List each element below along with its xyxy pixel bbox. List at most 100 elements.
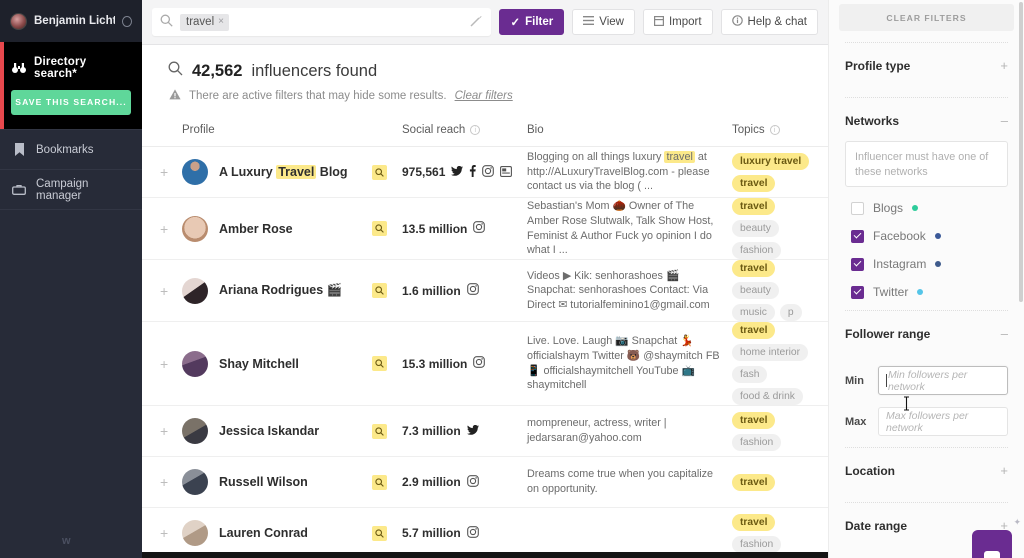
magic-wand-icon[interactable]	[469, 14, 483, 31]
topic-tag[interactable]: fash	[732, 366, 768, 383]
expand-row-icon[interactable]: +	[160, 356, 168, 372]
table-row[interactable]: + Lauren Conrad 5.7 million travel fashion	[142, 508, 828, 558]
info-icon[interactable]: i	[470, 124, 481, 135]
topic-tag[interactable]: travel	[732, 260, 776, 277]
inspect-profile-button[interactable]	[372, 423, 387, 439]
results-header: 42,562 influencers found There are activ…	[142, 45, 828, 113]
topic-tag[interactable]: travel	[732, 322, 776, 339]
inspect-profile-button[interactable]	[372, 525, 387, 541]
network-icon-instagram[interactable]	[482, 164, 495, 180]
topic-tag[interactable]: luxury travel	[732, 152, 810, 170]
gear-icon[interactable]	[122, 15, 132, 27]
network-checkbox-facebook[interactable]: Facebook	[845, 229, 1008, 243]
topic-tag[interactable]: travel	[732, 198, 776, 215]
user-account-row[interactable]: Benjamin Lichter	[0, 0, 142, 42]
expand-row-icon[interactable]: +	[160, 423, 168, 439]
topic-tag[interactable]: music	[732, 304, 775, 321]
topic-tag[interactable]: travel	[732, 174, 776, 192]
topic-tag[interactable]: p	[779, 304, 802, 321]
info-icon[interactable]: i	[769, 124, 780, 135]
network-icon-instagram[interactable]	[466, 283, 479, 298]
checkbox[interactable]	[851, 229, 864, 243]
topic-tag[interactable]: fashion	[732, 242, 782, 259]
filter-section-profile-type[interactable]: Profile type +	[845, 42, 1008, 86]
network-checkbox-twitter[interactable]: Twitter	[845, 285, 1008, 299]
network-icon-instagram[interactable]	[473, 221, 486, 236]
checkbox[interactable]	[851, 201, 864, 215]
network-label: Facebook	[873, 229, 926, 243]
filter-section-follower-range[interactable]: Follower range –	[845, 310, 1008, 354]
min-followers-input[interactable]: Min followers per network	[878, 366, 1008, 395]
profile-name[interactable]: A Luxury Travel Blog	[219, 165, 348, 179]
expand-row-icon[interactable]: +	[160, 525, 168, 541]
expand-row-icon[interactable]: +	[160, 474, 168, 490]
topic-tag[interactable]: travel	[732, 513, 776, 531]
close-icon[interactable]: ×	[218, 16, 224, 27]
view-button[interactable]: View	[572, 9, 635, 35]
table-row[interactable]: + Ariana Rodrigues 🎬 1.6 million Videos ▶ K…	[142, 260, 828, 322]
max-followers-input[interactable]: Max followers per network	[878, 407, 1008, 436]
network-icon-twitter[interactable]	[466, 424, 479, 439]
table-row[interactable]: + A Luxury Travel Blog 975,561 Blogging on …	[142, 147, 828, 198]
avatar	[182, 350, 208, 377]
topic-tag[interactable]: travel	[732, 473, 776, 491]
clear-filters-link[interactable]: Clear filters	[455, 90, 513, 102]
inspect-profile-button[interactable]	[372, 221, 387, 236]
sidebar-item-directory-search[interactable]: Directory search* SAVE THIS SEARCH...	[0, 42, 142, 129]
table-row[interactable]: + Russell Wilson 2.9 million Dreams come tr…	[142, 457, 828, 508]
network-checkbox-instagram[interactable]: Instagram	[845, 257, 1008, 271]
topic-tag[interactable]: fashion	[732, 535, 782, 553]
topic-tag[interactable]: fashion	[732, 433, 782, 451]
inspect-profile-button[interactable]	[372, 474, 387, 490]
collapse-toggle-icon[interactable]: –	[1001, 113, 1008, 128]
search-input[interactable]: travel ×	[152, 8, 492, 36]
table-row[interactable]: + Jessica Iskandar 7.3 million mompreneur, …	[142, 406, 828, 457]
network-icon-blog[interactable]	[500, 165, 513, 180]
topic-tag[interactable]: home interior	[732, 344, 809, 361]
inspect-profile-button[interactable]	[372, 164, 387, 180]
table-row[interactable]: + Amber Rose 13.5 million Sebastian's Mom 🌰…	[142, 198, 828, 260]
topic-tag[interactable]: food & drink	[732, 388, 803, 405]
social-reach-value: 5.7 million	[402, 526, 461, 540]
network-icon-instagram[interactable]	[466, 525, 479, 541]
networks-search-input[interactable]: Influencer must have one of these networ…	[845, 141, 1008, 187]
profile-name[interactable]: Russell Wilson	[219, 475, 308, 489]
help-and-chat-button[interactable]: Help & chat	[720, 9, 818, 35]
inspect-profile-button[interactable]	[372, 283, 387, 298]
network-icon-facebook[interactable]	[469, 164, 477, 180]
filter-section-networks[interactable]: Networks –	[845, 97, 1008, 141]
import-button[interactable]: Import	[642, 9, 713, 35]
expand-row-icon[interactable]: +	[160, 283, 168, 299]
topic-tag[interactable]: beauty	[732, 220, 779, 237]
checkbox[interactable]	[851, 285, 864, 299]
sidebar-item-bookmarks[interactable]: Bookmarks	[0, 129, 142, 169]
profile-name[interactable]: Amber Rose	[219, 222, 293, 236]
inspect-profile-button[interactable]	[372, 356, 387, 371]
expand-row-icon[interactable]: +	[160, 164, 168, 180]
expand-toggle-icon[interactable]: +	[1000, 58, 1008, 73]
topic-tag[interactable]: travel	[732, 411, 776, 429]
topic-tag[interactable]: beauty	[732, 282, 779, 299]
network-icon-twitter[interactable]	[451, 165, 464, 180]
sidebar-item-campaign-manager[interactable]: Campaign manager	[0, 169, 142, 209]
network-icon-instagram[interactable]	[473, 356, 486, 371]
main-content: travel × ✓ Filter View Import Help & cha…	[142, 0, 828, 558]
table-row[interactable]: + Shay Mitchell 15.3 million Live. Love. La…	[142, 322, 828, 406]
profile-name[interactable]: Lauren Conrad	[219, 526, 308, 540]
expand-row-icon[interactable]: +	[160, 221, 168, 237]
network-icon-instagram[interactable]	[466, 474, 479, 490]
clear-filters-button[interactable]: CLEAR FILTERS	[839, 4, 1014, 31]
chat-fab-button[interactable]	[972, 530, 1012, 558]
checkbox[interactable]	[851, 257, 864, 271]
profile-name[interactable]: Shay Mitchell	[219, 357, 299, 371]
save-this-search-button[interactable]: SAVE THIS SEARCH...	[11, 90, 131, 115]
filter-section-location[interactable]: Location +	[845, 447, 1008, 491]
profile-name[interactable]: Ariana Rodrigues 🎬	[219, 283, 342, 298]
filter-panel-scrollbar[interactable]	[1019, 2, 1023, 302]
filter-button[interactable]: ✓ Filter	[499, 9, 565, 35]
collapse-toggle-icon[interactable]: –	[1001, 326, 1008, 341]
profile-name[interactable]: Jessica Iskandar	[219, 424, 319, 438]
search-chip-travel[interactable]: travel ×	[180, 13, 229, 31]
network-checkbox-blogs[interactable]: Blogs	[845, 201, 1008, 215]
expand-toggle-icon[interactable]: +	[1000, 463, 1008, 478]
